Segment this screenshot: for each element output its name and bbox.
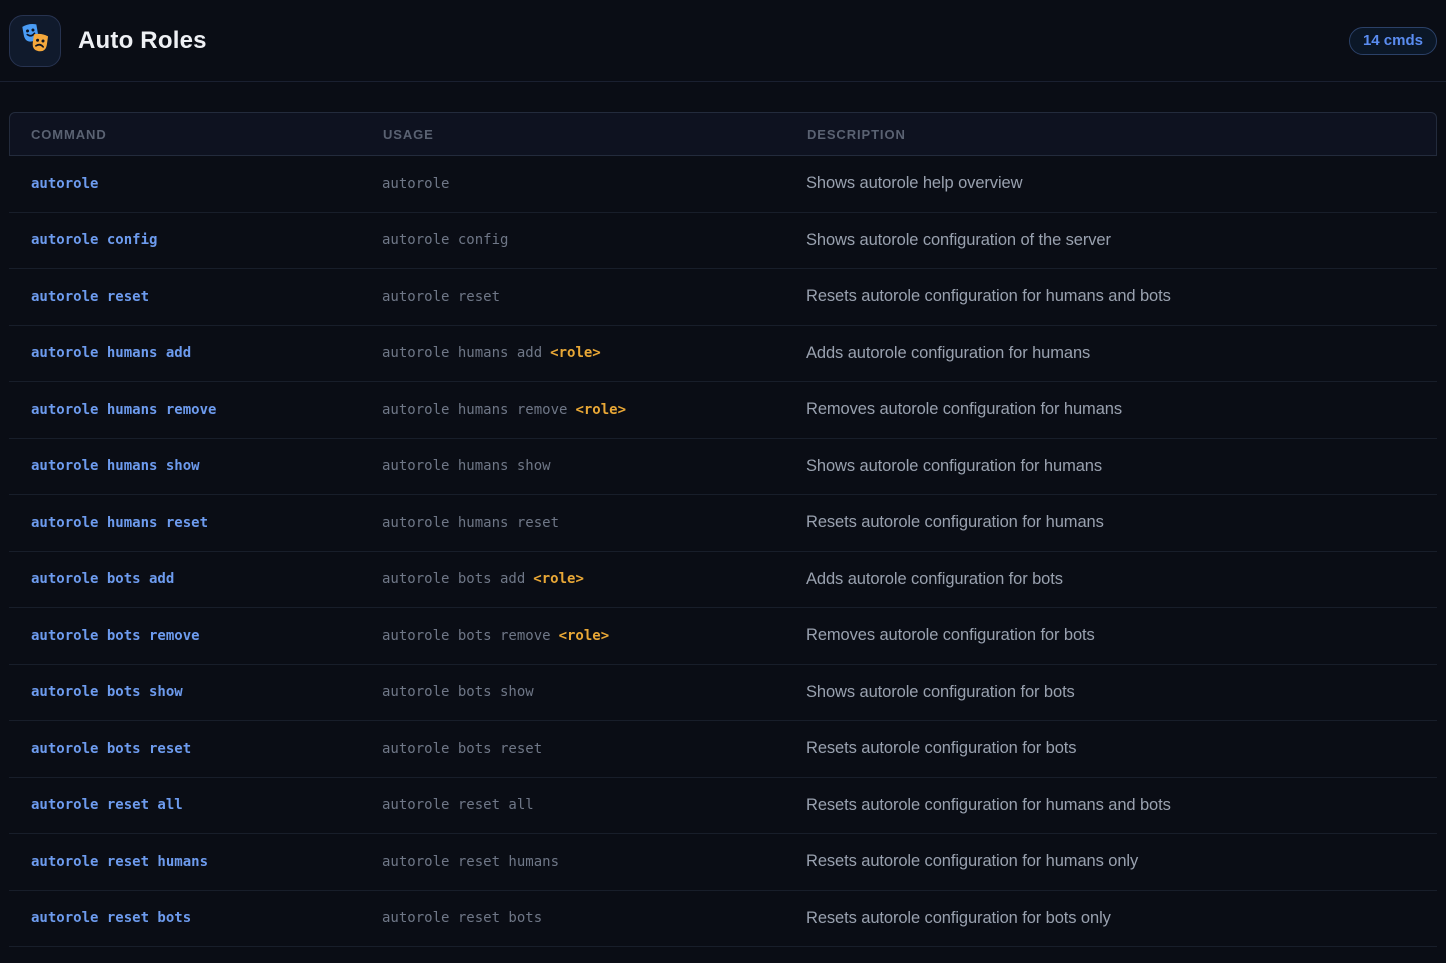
- table-row: autorole reset bots autorole reset bots …: [9, 891, 1437, 948]
- description-cell: Resets autorole configuration for bots: [806, 739, 1437, 758]
- commands-table: COMMAND USAGE DESCRIPTION autorole autor…: [9, 112, 1437, 947]
- page-title: Auto Roles: [78, 27, 207, 55]
- theater-masks-icon: [19, 22, 51, 59]
- usage-role-argument: <role>: [559, 628, 610, 644]
- usage-text: autorole reset all: [382, 797, 534, 813]
- command-cell: autorole reset bots: [9, 910, 382, 926]
- description-cell: Shows autorole configuration of the serv…: [806, 231, 1437, 250]
- table-row: autorole humans show autorole humans sho…: [9, 439, 1437, 496]
- command-cell: autorole humans show: [9, 458, 382, 474]
- command-cell: autorole config: [9, 232, 382, 248]
- usage-text: autorole reset bots: [382, 910, 542, 926]
- table-body: autorole autorole Shows autorole help ov…: [9, 156, 1437, 947]
- usage-cell: autorole humans add <role>: [382, 345, 806, 361]
- command-cell: autorole: [9, 176, 382, 192]
- table-row: autorole bots show autorole bots show Sh…: [9, 665, 1437, 722]
- usage-cell: autorole reset all: [382, 797, 806, 813]
- command-cell: autorole humans add: [9, 345, 382, 361]
- table-row: autorole reset all autorole reset all Re…: [9, 778, 1437, 835]
- usage-text: autorole humans remove: [382, 402, 567, 418]
- command-cell: autorole bots show: [9, 684, 382, 700]
- column-header-command: COMMAND: [10, 127, 383, 142]
- table-header-row: COMMAND USAGE DESCRIPTION: [9, 112, 1437, 156]
- category-icon-box: [9, 15, 61, 67]
- command-cell: autorole bots add: [9, 571, 382, 587]
- description-cell: Removes autorole configuration for human…: [806, 400, 1437, 419]
- column-header-description: DESCRIPTION: [807, 127, 1436, 142]
- description-cell: Removes autorole configuration for bots: [806, 626, 1437, 645]
- description-cell: Adds autorole configuration for bots: [806, 570, 1437, 589]
- usage-role-argument: <role>: [533, 571, 584, 587]
- table-row: autorole config autorole config Shows au…: [9, 213, 1437, 270]
- description-cell: Resets autorole configuration for bots o…: [806, 909, 1437, 928]
- usage-cell: autorole humans show: [382, 458, 806, 474]
- table-row: autorole reset autorole reset Resets aut…: [9, 269, 1437, 326]
- usage-role-argument: <role>: [575, 402, 626, 418]
- description-cell: Resets autorole configuration for humans…: [806, 852, 1437, 871]
- usage-text: autorole humans reset: [382, 515, 559, 531]
- table-row: autorole autorole Shows autorole help ov…: [9, 156, 1437, 213]
- usage-text: autorole bots add: [382, 571, 525, 587]
- command-cell: autorole reset: [9, 289, 382, 305]
- usage-text: autorole reset: [382, 289, 500, 305]
- description-cell: Resets autorole configuration for humans…: [806, 796, 1437, 815]
- column-header-usage: USAGE: [383, 127, 807, 142]
- description-cell: Resets autorole configuration for humans…: [806, 287, 1437, 306]
- table-row: autorole reset humans autorole reset hum…: [9, 834, 1437, 891]
- command-cell: autorole reset humans: [9, 854, 382, 870]
- table-row: autorole bots remove autorole bots remov…: [9, 608, 1437, 665]
- usage-text: autorole reset humans: [382, 854, 559, 870]
- usage-cell: autorole bots reset: [382, 741, 806, 757]
- table-row: autorole humans reset autorole humans re…: [9, 495, 1437, 552]
- usage-cell: autorole config: [382, 232, 806, 248]
- usage-text: autorole config: [382, 232, 508, 248]
- usage-text: autorole: [382, 176, 449, 192]
- usage-cell: autorole: [382, 176, 806, 192]
- usage-text: autorole bots remove: [382, 628, 551, 644]
- table-row: autorole humans remove autorole humans r…: [9, 382, 1437, 439]
- usage-text: autorole humans show: [382, 458, 551, 474]
- usage-cell: autorole bots add <role>: [382, 571, 806, 587]
- usage-cell: autorole bots remove <role>: [382, 628, 806, 644]
- description-cell: Shows autorole configuration for humans: [806, 457, 1437, 476]
- table-row: autorole bots add autorole bots add <role…: [9, 552, 1437, 609]
- usage-cell: autorole bots show: [382, 684, 806, 700]
- usage-cell: autorole reset: [382, 289, 806, 305]
- description-cell: Resets autorole configuration for humans: [806, 513, 1437, 532]
- table-row: autorole bots reset autorole bots reset …: [9, 721, 1437, 778]
- command-cell: autorole humans remove: [9, 402, 382, 418]
- command-cell: autorole bots remove: [9, 628, 382, 644]
- usage-cell: autorole humans remove <role>: [382, 402, 806, 418]
- command-cell: autorole reset all: [9, 797, 382, 813]
- page-header: Auto Roles 14 cmds: [0, 0, 1446, 82]
- usage-text: autorole bots show: [382, 684, 534, 700]
- usage-cell: autorole humans reset: [382, 515, 806, 531]
- usage-cell: autorole reset bots: [382, 910, 806, 926]
- usage-text: autorole bots reset: [382, 741, 542, 757]
- usage-cell: autorole reset humans: [382, 854, 806, 870]
- description-cell: Shows autorole help overview: [806, 174, 1437, 193]
- description-cell: Shows autorole configuration for bots: [806, 683, 1437, 702]
- description-cell: Adds autorole configuration for humans: [806, 344, 1437, 363]
- usage-role-argument: <role>: [550, 345, 601, 361]
- table-row: autorole humans add autorole humans add <…: [9, 326, 1437, 383]
- usage-text: autorole humans add: [382, 345, 542, 361]
- command-cell: autorole humans reset: [9, 515, 382, 531]
- commands-count-badge: 14 cmds: [1349, 27, 1437, 55]
- command-cell: autorole bots reset: [9, 741, 382, 757]
